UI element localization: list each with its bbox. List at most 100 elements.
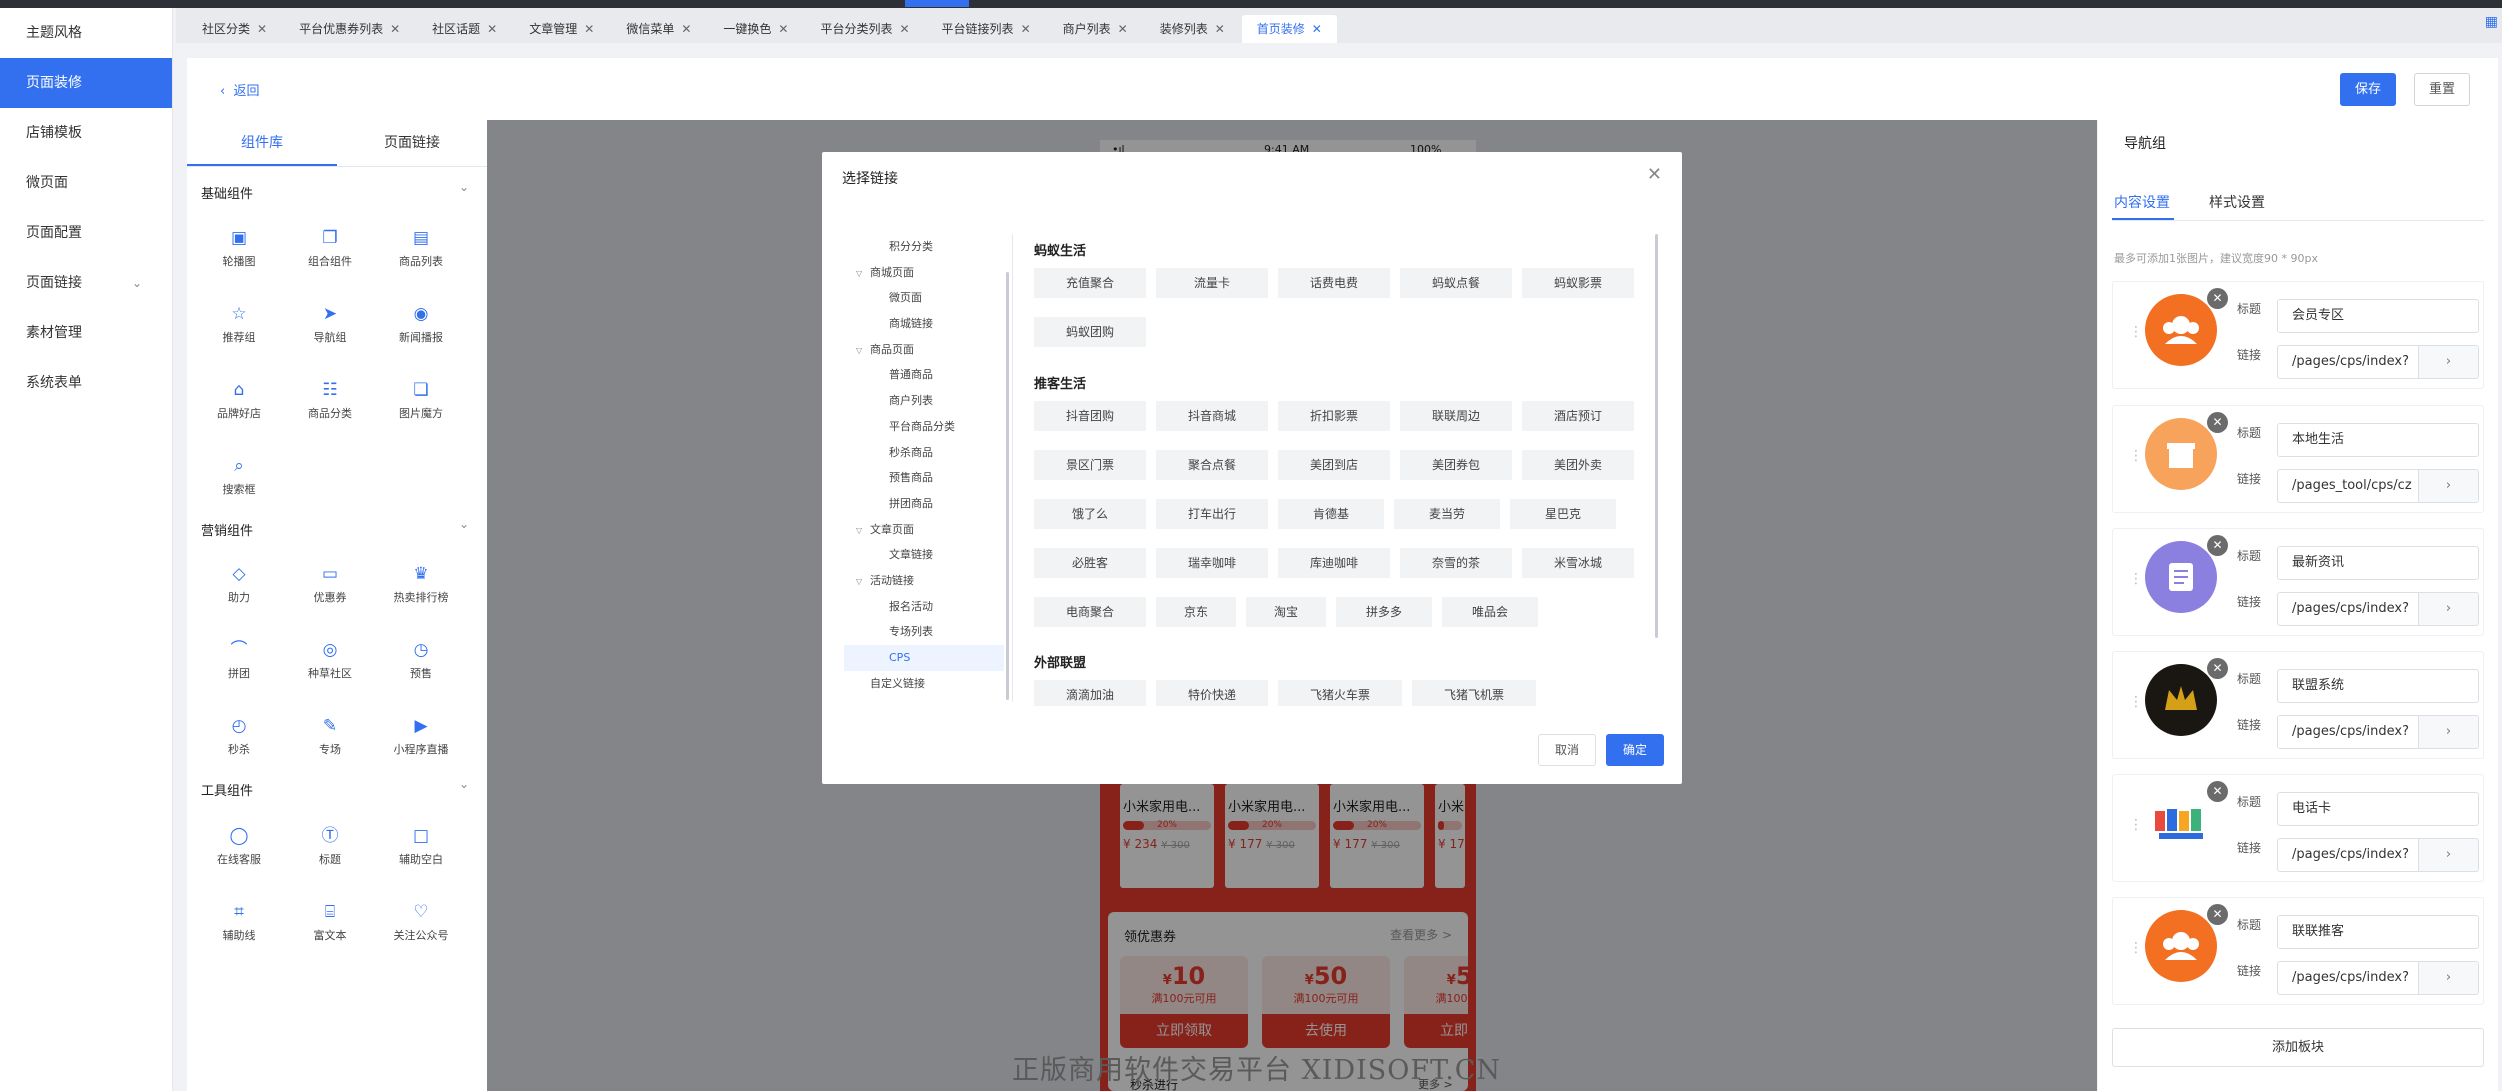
- sidebar-item-material[interactable]: 素材管理: [0, 308, 172, 358]
- close-icon[interactable]: ✕: [2207, 781, 2228, 802]
- link-selector[interactable]: /pages/cps/index? ›: [2277, 592, 2479, 626]
- save-button[interactable]: 保存: [2340, 73, 2396, 106]
- tree-item[interactable]: 平台商品分类: [844, 414, 1004, 440]
- component-divider[interactable]: ⌗ 辅助线: [199, 900, 279, 943]
- component-group-buy[interactable]: ⌒ 拼团: [199, 638, 279, 681]
- link-option[interactable]: 米雪冰城: [1522, 548, 1634, 578]
- link-option[interactable]: 打车出行: [1156, 499, 1268, 529]
- close-icon[interactable]: ✕: [390, 15, 400, 43]
- link-selector[interactable]: /pages_tool/cps/cz ›: [2277, 469, 2479, 503]
- tree-group[interactable]: ▽ 商品页面: [844, 337, 1004, 363]
- close-icon[interactable]: ✕: [2207, 904, 2228, 925]
- link-option[interactable]: 话费电费: [1278, 268, 1390, 298]
- link-option[interactable]: 美团外卖: [1522, 450, 1634, 480]
- tree-item[interactable]: 文章链接: [844, 542, 1004, 568]
- close-icon[interactable]: ✕: [2207, 658, 2228, 679]
- component-blank[interactable]: □ 辅助空白: [381, 824, 461, 867]
- link-option[interactable]: 充值聚合: [1034, 268, 1146, 298]
- tab-platform-categories[interactable]: 平台分类列表 ✕: [805, 15, 924, 43]
- tab-color-switch[interactable]: 一键换色 ✕: [708, 15, 803, 43]
- confirm-button[interactable]: 确定: [1606, 734, 1664, 766]
- tab-wechat-menu[interactable]: 微信菜单 ✕: [611, 15, 706, 43]
- component-community[interactable]: ◎ 种草社区: [290, 638, 370, 681]
- close-icon[interactable]: ✕: [1312, 15, 1322, 43]
- close-icon[interactable]: ✕: [2207, 288, 2228, 309]
- grid-icon[interactable]: ▦: [2485, 14, 2498, 30]
- tree-item[interactable]: 商城链接: [844, 311, 1004, 337]
- links-scrollbar[interactable]: [1655, 234, 1658, 638]
- sidebar-item-store-template[interactable]: 店铺模板: [0, 108, 172, 158]
- component-goods-list[interactable]: ▤ 商品列表: [381, 226, 461, 269]
- tab-community-topics[interactable]: 社区话题 ✕: [417, 15, 512, 43]
- tree-item[interactable]: 积分分类: [844, 234, 1004, 260]
- link-option[interactable]: 流量卡: [1156, 268, 1268, 298]
- chevron-right-icon[interactable]: ›: [2418, 593, 2478, 625]
- link-option[interactable]: 蚂蚁团购: [1034, 317, 1146, 347]
- component-seckill[interactable]: ◴ 秒杀: [199, 714, 279, 757]
- nav-item[interactable]: ⋮⋮ ✕ 标题 会员专区 链接 /pages/cps/index? ›: [2112, 281, 2484, 389]
- reset-button[interactable]: 重置: [2414, 73, 2470, 106]
- link-option[interactable]: 美团到店: [1278, 450, 1390, 480]
- close-icon[interactable]: ✕: [1215, 15, 1225, 43]
- link-option[interactable]: 景区门票: [1034, 450, 1146, 480]
- tree-item[interactable]: 自定义链接: [844, 671, 1004, 697]
- link-option[interactable]: 蚂蚁影票: [1522, 268, 1634, 298]
- close-icon[interactable]: ✕: [257, 15, 267, 43]
- close-icon[interactable]: ✕: [1647, 164, 1662, 185]
- close-icon[interactable]: ✕: [584, 15, 594, 43]
- tab-content-settings[interactable]: 内容设置: [2114, 192, 2170, 212]
- link-option[interactable]: 滴滴加油: [1034, 680, 1146, 706]
- component-hot-rank[interactable]: ♛ 热卖排行榜: [381, 562, 461, 605]
- tab-decoration-list[interactable]: 装修列表 ✕: [1145, 15, 1240, 43]
- link-option[interactable]: 肯德基: [1278, 499, 1384, 529]
- add-block-button[interactable]: 添加板块: [2112, 1028, 2484, 1067]
- close-icon[interactable]: ✕: [681, 15, 691, 43]
- component-carousel[interactable]: ▣ 轮播图: [199, 226, 279, 269]
- tree-group[interactable]: ▽ 商城页面: [844, 260, 1004, 286]
- link-option[interactable]: 蚂蚁点餐: [1400, 268, 1512, 298]
- tab-home-decoration[interactable]: 首页装修 ✕: [1241, 15, 1337, 43]
- crown-icon[interactable]: [2145, 664, 2217, 736]
- link-selector[interactable]: /pages/cps/index? ›: [2277, 345, 2479, 379]
- tab-platform-coupons[interactable]: 平台优惠券列表 ✕: [284, 15, 415, 43]
- sidebar-item-page-decoration[interactable]: 页面装修: [0, 58, 172, 108]
- close-icon[interactable]: ✕: [1118, 15, 1128, 43]
- component-presale[interactable]: ◷ 预售: [381, 638, 461, 681]
- tab-articles[interactable]: 文章管理 ✕: [514, 15, 609, 43]
- tree-item[interactable]: 专场列表: [844, 619, 1004, 645]
- close-icon[interactable]: ✕: [2207, 412, 2228, 433]
- chevron-right-icon[interactable]: ›: [2418, 716, 2478, 748]
- tab-community-category[interactable]: 社区分类 ✕: [187, 15, 282, 43]
- link-option[interactable]: 麦当劳: [1394, 499, 1500, 529]
- link-selector[interactable]: /pages/cps/index? ›: [2277, 715, 2479, 749]
- link-option[interactable]: 唯品会: [1442, 597, 1538, 627]
- tree-item-selected[interactable]: CPS: [844, 645, 1004, 671]
- cancel-button[interactable]: 取消: [1538, 734, 1596, 766]
- sim-cards-icon[interactable]: [2145, 787, 2217, 859]
- component-nav[interactable]: ➤ 导航组: [290, 302, 370, 345]
- chevron-right-icon[interactable]: ›: [2418, 962, 2478, 994]
- tree-item[interactable]: 商户列表: [844, 388, 1004, 414]
- link-option[interactable]: 特价快递: [1156, 680, 1268, 706]
- link-option[interactable]: 折扣影票: [1278, 401, 1390, 431]
- tree-item[interactable]: 普通商品: [844, 362, 1004, 388]
- link-option[interactable]: 饿了么: [1034, 499, 1146, 529]
- component-title[interactable]: Ⓣ 标题: [290, 824, 370, 867]
- close-icon[interactable]: ✕: [487, 15, 497, 43]
- link-option[interactable]: 奈雪的茶: [1400, 548, 1512, 578]
- link-option[interactable]: 抖音团购: [1034, 401, 1146, 431]
- tree-item[interactable]: 微页面: [844, 285, 1004, 311]
- link-option[interactable]: 瑞幸咖啡: [1156, 548, 1268, 578]
- title-input[interactable]: 联盟系统: [2277, 669, 2479, 703]
- tree-item[interactable]: 拼团商品: [844, 491, 1004, 517]
- news-icon[interactable]: [2145, 541, 2217, 613]
- component-news[interactable]: ◉ 新闻播报: [381, 302, 461, 345]
- link-option[interactable]: 京东: [1156, 597, 1236, 627]
- link-selector[interactable]: /pages/cps/index? ›: [2277, 961, 2479, 995]
- nav-item[interactable]: ⋮⋮ ✕ 标题 最新资讯 链接 /pages/cps/index? ›: [2112, 528, 2484, 636]
- nav-item[interactable]: ⋮⋮ ✕ 标题 联盟系统 链接 /pages/cps/index? ›: [2112, 651, 2484, 759]
- link-option[interactable]: 电商聚合: [1034, 597, 1146, 627]
- component-coupon[interactable]: ▭ 优惠券: [290, 562, 370, 605]
- component-live[interactable]: ▶ 小程序直播: [381, 714, 461, 757]
- tab-page-links[interactable]: 页面链接: [337, 120, 487, 166]
